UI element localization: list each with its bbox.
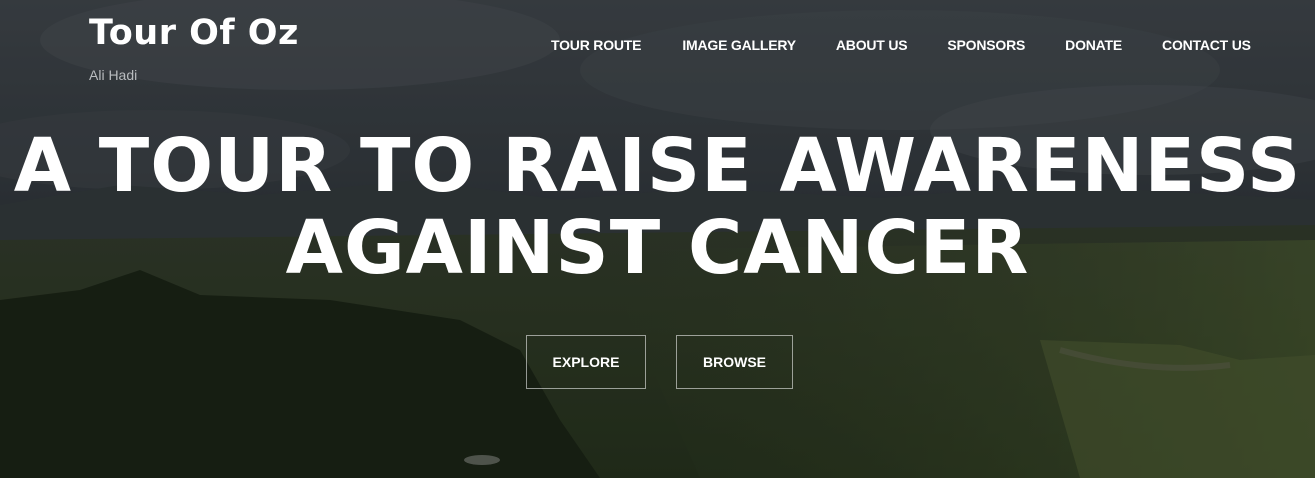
- nav-item-contact-us[interactable]: CONTACT US: [1162, 37, 1251, 53]
- headline-line-1: A TOUR TO RAISE AWARENESS: [13, 123, 1302, 209]
- nav-item-about-us[interactable]: ABOUT US: [836, 37, 908, 53]
- hero-headline: A TOUR TO RAISE AWARENESS AGAINST CANCER: [0, 125, 1315, 289]
- nav-item-donate[interactable]: DONATE: [1065, 37, 1122, 53]
- headline-line-2: AGAINST CANCER: [285, 205, 1030, 291]
- nav-item-tour-route[interactable]: TOUR ROUTE: [551, 37, 642, 53]
- site-subtitle: Ali Hadi: [89, 67, 138, 83]
- nav-item-image-gallery[interactable]: IMAGE GALLERY: [682, 37, 796, 53]
- hero-section: Tour Of Oz Ali Hadi TOUR ROUTE IMAGE GAL…: [0, 0, 1315, 478]
- nav-item-sponsors[interactable]: SPONSORS: [947, 37, 1025, 53]
- site-title[interactable]: Tour Of Oz: [89, 10, 299, 56]
- brand: Tour Of Oz Ali Hadi: [89, 10, 299, 83]
- browse-button[interactable]: BROWSE: [676, 335, 793, 389]
- explore-button[interactable]: EXPLORE: [526, 335, 646, 389]
- main-nav: TOUR ROUTE IMAGE GALLERY ABOUT US SPONSO…: [551, 37, 1251, 53]
